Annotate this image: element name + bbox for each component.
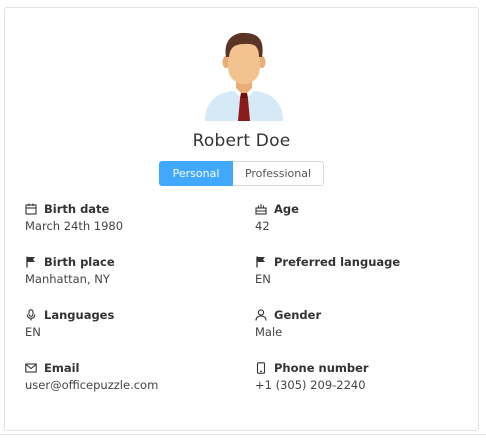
field-label: Email: [44, 360, 80, 375]
field-birth-date: Birth date March 24th 1980: [25, 201, 225, 234]
flag-icon: [256, 256, 265, 267]
field-value: +1 (305) 209-2240: [255, 378, 366, 392]
cake-icon: [255, 203, 267, 215]
profile-name: Robert Doe: [192, 131, 291, 151]
user-icon: [255, 308, 267, 321]
field-gender: Gender Male: [255, 307, 455, 340]
field-value: 42: [255, 219, 270, 233]
field-value: Male: [255, 325, 283, 339]
field-age: Age 42: [255, 201, 455, 234]
profile-tabs: Personal Professional: [159, 161, 324, 186]
profile-card: Robert Doe Personal Professional Birth d…: [4, 7, 479, 431]
phone-icon: [256, 361, 266, 374]
microphone-icon: [26, 308, 36, 320]
field-label: Gender: [274, 307, 322, 322]
field-label: Birth place: [44, 254, 115, 269]
field-label: Preferred language: [274, 254, 401, 269]
divider: [0, 434, 486, 435]
field-label: Languages: [44, 307, 115, 322]
field-value: EN: [255, 272, 271, 286]
avatar: [205, 32, 283, 121]
tab-personal[interactable]: Personal: [159, 161, 233, 186]
field-value: March 24th 1980: [25, 219, 124, 233]
field-preferred-language: Preferred language EN: [255, 254, 455, 287]
field-languages: Languages EN: [25, 307, 225, 340]
calendar-icon: [25, 203, 37, 215]
field-value: Manhattan, NY: [25, 272, 110, 286]
field-email: Email user@officepuzzle.com: [25, 360, 225, 393]
tab-professional[interactable]: Professional: [233, 161, 324, 186]
field-phone-number: Phone number +1 (305) 209-2240: [255, 360, 455, 393]
field-birth-place: Birth place Manhattan, NY: [25, 254, 225, 287]
field-value: EN: [25, 325, 41, 339]
mail-icon: [25, 362, 37, 373]
field-label: Age: [274, 201, 299, 216]
field-label: Phone number: [274, 360, 369, 375]
field-label: Birth date: [44, 201, 110, 216]
flag-icon: [26, 256, 35, 267]
field-value: user@officepuzzle.com: [25, 378, 159, 392]
